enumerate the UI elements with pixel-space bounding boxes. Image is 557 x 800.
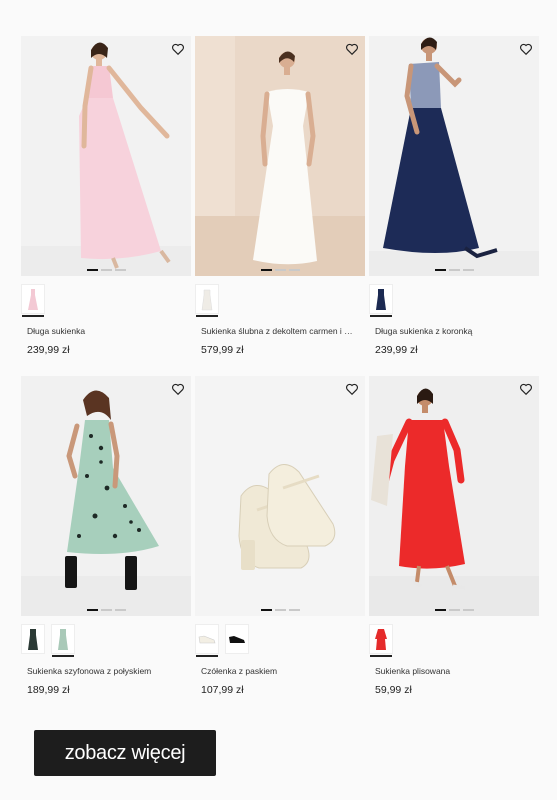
product-card[interactable]: Sukienka szyfonowa z połyskiem 189,99 zł [21, 376, 191, 696]
product-image[interactable] [21, 36, 191, 276]
carousel-dot[interactable] [434, 609, 446, 611]
carousel-dots [21, 269, 191, 271]
product-card[interactable]: Sukienka plisowana 59,99 zł [369, 376, 539, 696]
product-card[interactable]: Długa sukienka 239,99 zł [21, 36, 191, 356]
product-grid: Długa sukienka 239,99 zł Sukienka ślubna… [21, 36, 539, 696]
product-image[interactable] [369, 36, 539, 276]
product-card[interactable]: Długa sukienka z koronką 239,99 zł [369, 36, 539, 356]
carousel-dot[interactable] [274, 269, 286, 271]
carousel-dots [195, 269, 365, 271]
carousel-dot[interactable] [100, 609, 112, 611]
heart-icon[interactable] [345, 42, 359, 56]
product-photo [21, 42, 191, 276]
color-swatch[interactable] [369, 624, 393, 657]
product-name[interactable]: Długa sukienka [21, 326, 181, 336]
carousel-dot[interactable] [288, 269, 300, 271]
shoe-thumbnail-icon [229, 636, 245, 643]
dress-thumbnail-icon [376, 289, 386, 310]
carousel-dots [369, 609, 539, 611]
heart-icon[interactable] [171, 42, 185, 56]
product-price: 239,99 zł [375, 344, 418, 356]
heart-icon[interactable] [345, 382, 359, 396]
carousel-dot[interactable] [462, 269, 474, 271]
product-image[interactable] [21, 376, 191, 616]
carousel-dot[interactable] [86, 269, 98, 271]
carousel-dot[interactable] [114, 609, 126, 611]
product-card[interactable]: Czółenka z paskiem 107,99 zł [195, 376, 365, 696]
shoe-thumbnail-icon [198, 635, 216, 644]
color-swatches [195, 624, 365, 658]
product-price: 107,99 zł [201, 684, 244, 696]
carousel-dot[interactable] [448, 609, 460, 611]
heart-icon[interactable] [519, 42, 533, 56]
color-swatch[interactable] [51, 624, 75, 657]
product-image[interactable] [195, 36, 365, 276]
dress-thumbnail-icon [28, 629, 38, 650]
heart-icon[interactable] [519, 382, 533, 396]
product-name[interactable]: Sukienka szyfonowa z połyskiem [21, 666, 181, 676]
carousel-dot[interactable] [448, 269, 460, 271]
product-image[interactable] [369, 376, 539, 616]
color-swatches [21, 624, 191, 658]
product-photo [195, 36, 365, 276]
color-swatch[interactable] [21, 284, 45, 317]
product-photo [21, 390, 191, 616]
color-swatch[interactable] [195, 624, 219, 657]
product-price: 579,99 zł [201, 344, 244, 356]
carousel-dot[interactable] [86, 609, 98, 611]
product-photo [369, 37, 539, 276]
product-name[interactable]: Czółenka z paskiem [195, 666, 355, 676]
carousel-dot[interactable] [100, 269, 112, 271]
carousel-dot[interactable] [260, 269, 272, 271]
carousel-dot[interactable] [260, 609, 272, 611]
product-photo [238, 464, 336, 570]
color-swatch[interactable] [369, 284, 393, 317]
carousel-dot[interactable] [114, 269, 126, 271]
carousel-dot[interactable] [274, 609, 286, 611]
carousel-dots [369, 269, 539, 271]
carousel-dots [195, 609, 365, 611]
color-swatch[interactable] [225, 624, 249, 654]
color-swatches [21, 284, 191, 318]
product-price: 239,99 zł [27, 344, 70, 356]
product-card[interactable]: Sukienka ślubna z dekoltem carmen i koro… [195, 36, 365, 356]
product-name[interactable]: Sukienka plisowana [369, 666, 529, 676]
color-swatches [369, 624, 539, 658]
dress-thumbnail-icon [375, 629, 387, 650]
color-swatch[interactable] [195, 284, 219, 317]
color-swatch[interactable] [21, 624, 45, 654]
carousel-dots [21, 609, 191, 611]
color-swatches [195, 284, 365, 318]
color-swatches [369, 284, 539, 318]
product-photo [369, 388, 539, 616]
dress-thumbnail-icon [201, 289, 213, 311]
product-name[interactable]: Sukienka ślubna z dekoltem carmen i koro… [195, 326, 355, 336]
dress-thumbnail-icon [58, 629, 68, 650]
heart-icon[interactable] [171, 382, 185, 396]
product-image[interactable] [195, 376, 365, 616]
product-name[interactable]: Długa sukienka z koronką [369, 326, 529, 336]
dress-thumbnail-icon [28, 289, 38, 310]
see-more-button[interactable]: zobacz więcej [34, 730, 216, 776]
product-price: 59,99 zł [375, 684, 412, 696]
carousel-dot[interactable] [462, 609, 474, 611]
carousel-dot[interactable] [288, 609, 300, 611]
product-price: 189,99 zł [27, 684, 70, 696]
carousel-dot[interactable] [434, 269, 446, 271]
